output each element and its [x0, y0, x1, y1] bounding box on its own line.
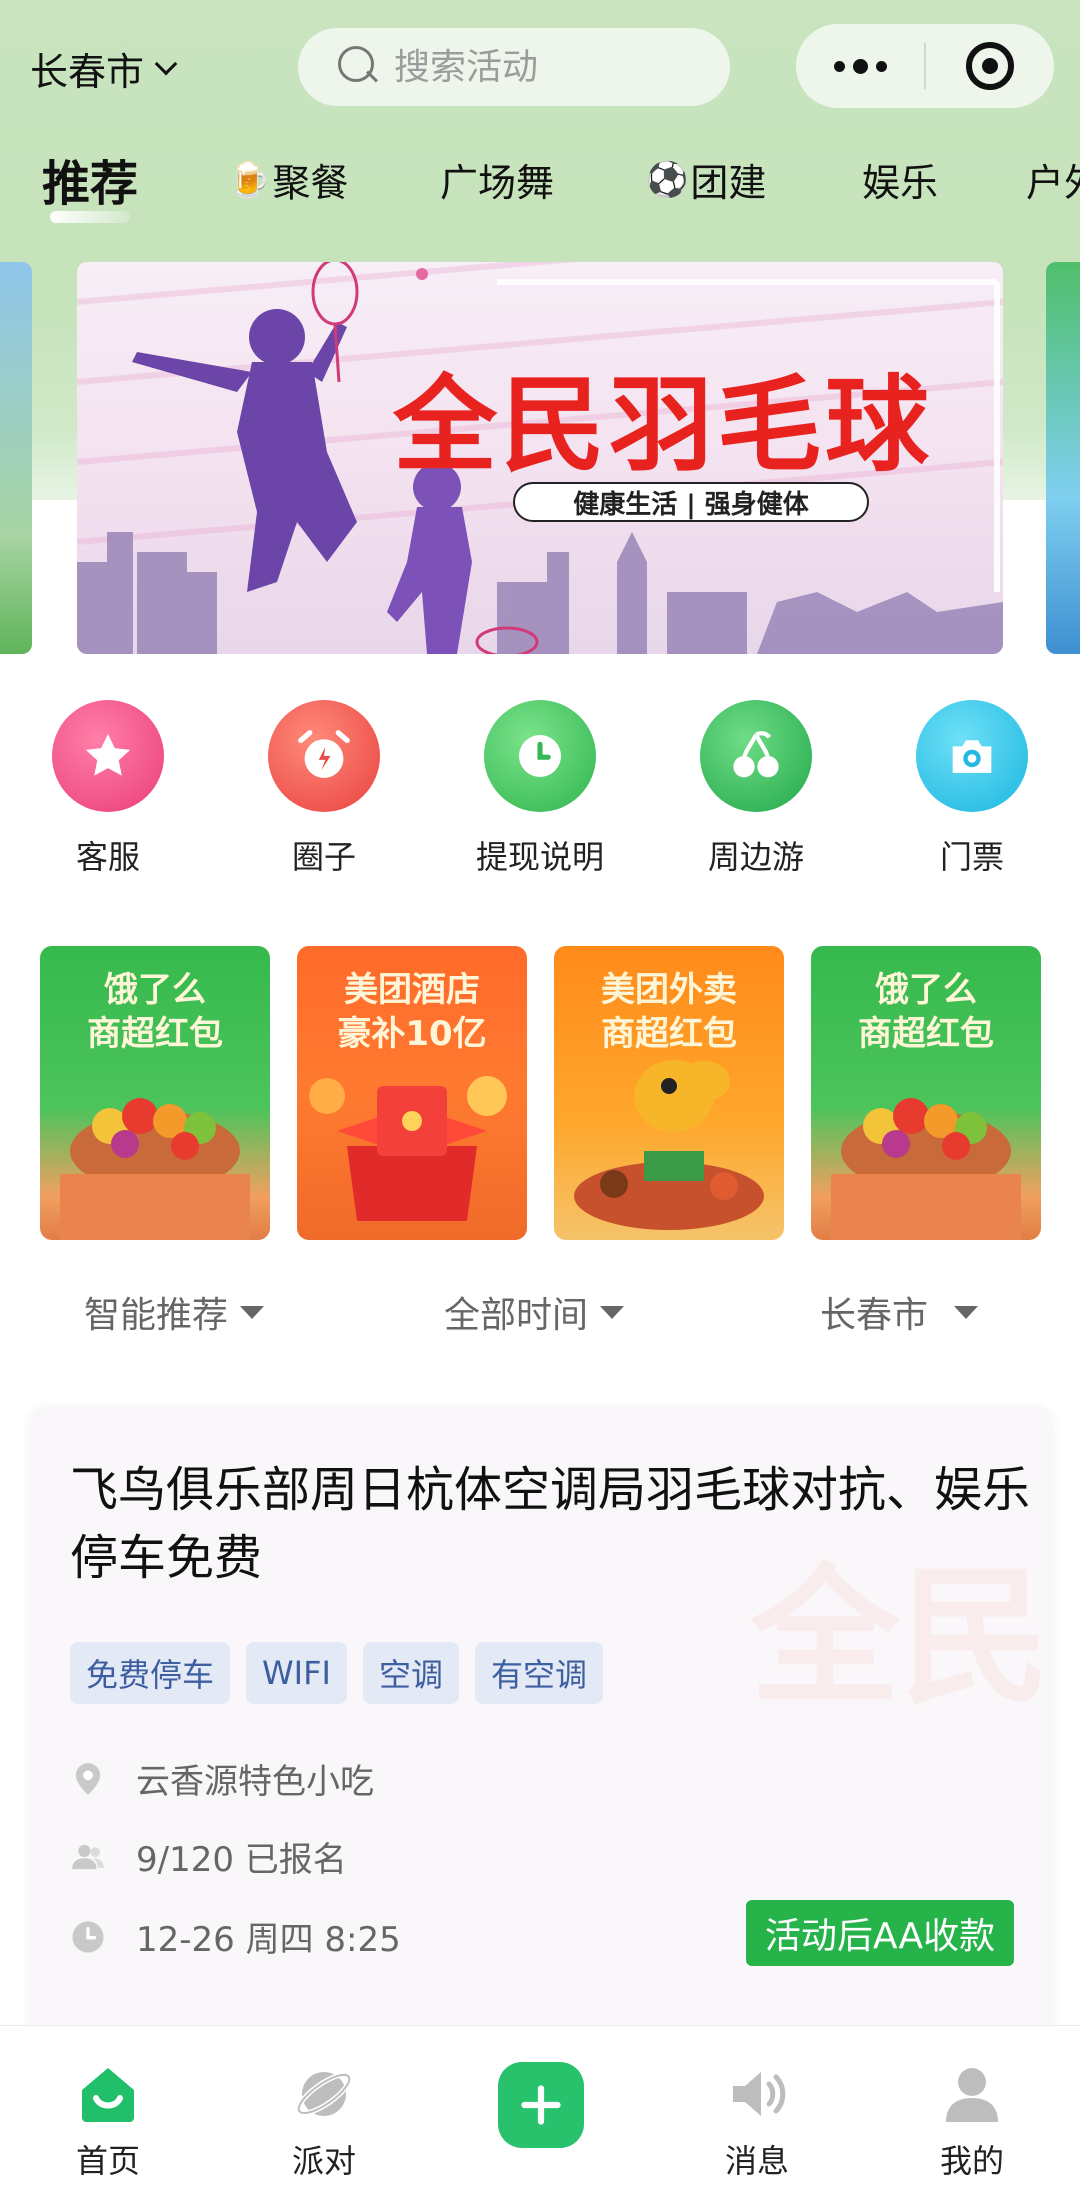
bottom-nav: 首页 派对 消息 我的 [0, 2025, 1080, 2185]
banner-subtitle: 健康生活 | 强身健体 [513, 482, 869, 522]
quick-link-label: 门票 [939, 838, 1004, 876]
tab-entertainment[interactable]: 娱乐 [862, 152, 938, 207]
sort-filter-label: 智能推荐 [84, 1295, 229, 1336]
soccer-ball-icon: ⚽ [646, 159, 689, 200]
location-pin-icon [70, 1761, 106, 1797]
search-icon [338, 46, 380, 88]
star-icon [52, 700, 164, 812]
kangaroo-mascot-icon [574, 1060, 764, 1230]
close-mini-program-button[interactable] [926, 24, 1054, 108]
tab-team-building[interactable]: ⚽ 团建 [646, 152, 766, 207]
camera-icon [916, 700, 1028, 812]
activity-tags: 免费停车 WIFI 空调 有空调 [70, 1642, 603, 1704]
more-menu-button[interactable] [796, 24, 924, 108]
tag-has-air-conditioning: 有空调 [474, 1642, 603, 1704]
time-filter-label: 全部时间 [444, 1295, 589, 1336]
fruit-basket-icon [831, 1098, 1021, 1240]
sort-filter[interactable]: 智能推荐 [84, 1286, 265, 1338]
home-icon [82, 2068, 134, 2122]
nav-home[interactable]: 首页 [38, 2026, 178, 2185]
cherry-icon [700, 700, 812, 812]
banner[interactable]: 全民羽毛球 健康生活 | 强身健体 [77, 262, 1003, 654]
caret-down-icon [240, 1305, 265, 1319]
tab-label: 推荐 [42, 156, 139, 212]
quick-link-nearby-tour[interactable]: 周边游 [676, 700, 836, 878]
search-bar[interactable] [298, 28, 730, 106]
search-input[interactable] [394, 46, 714, 88]
promo-card-eleme-2[interactable]: 饿了么 商超红包 [811, 946, 1041, 1240]
tab-outdoor[interactable]: 户外 [1026, 152, 1080, 207]
activity-location: 云香源特色小吃 [70, 1754, 374, 1803]
time-text: 12-26 周四 8:25 [136, 1920, 401, 1960]
banner-title: 全民羽毛球 [393, 364, 934, 486]
tab-label: 户外 [1026, 161, 1080, 205]
city-selector[interactable]: 长春市 [30, 40, 178, 96]
nav-mine[interactable]: 我的 [902, 2026, 1042, 2185]
location-text: 云香源特色小吃 [136, 1762, 374, 1802]
promo-card-meituan-takeaway[interactable]: 美团外卖 商超红包 [554, 946, 784, 1240]
plus-icon [521, 2085, 561, 2125]
tab-label: 广场舞 [440, 161, 555, 205]
nav-mine-label: 我的 [939, 2142, 1004, 2180]
tab-square-dance[interactable]: 广场舞 [440, 152, 554, 207]
activity-time: 12-26 周四 8:25 [70, 1912, 401, 1961]
quick-link-label: 提现说明 [475, 838, 604, 876]
tab-label: 娱乐 [862, 161, 939, 205]
clock-icon [484, 700, 596, 812]
quick-link-tickets[interactable]: 门票 [892, 700, 1052, 878]
add-activity-button[interactable] [498, 2062, 584, 2148]
tag-air-conditioning: 空调 [362, 1642, 459, 1704]
chevron-down-icon [154, 52, 178, 76]
banner-next-peek[interactable] [1046, 262, 1080, 654]
beer-icon: 🍺 [228, 159, 271, 200]
red-envelope-box-icon [309, 1076, 507, 1221]
quick-link-label: 客服 [75, 838, 140, 876]
nav-messages[interactable]: 消息 [687, 2026, 827, 2185]
tab-recommend[interactable]: 推荐 [42, 144, 138, 214]
speaker-icon [733, 2072, 786, 2116]
users-icon [70, 1839, 106, 1875]
target-icon [966, 42, 1014, 90]
activity-title: 飞鸟俱乐部周日杭体空调局羽毛球对抗、娱乐停车免费 [70, 1462, 1031, 1586]
caret-down-icon [954, 1305, 979, 1319]
nav-messages-label: 消息 [724, 2142, 789, 2180]
caret-down-icon [600, 1305, 625, 1319]
quick-link-label: 周边游 [707, 838, 804, 876]
nav-party-label: 派对 [291, 2142, 356, 2180]
tab-label: 团建 [690, 161, 767, 205]
user-icon [946, 2068, 998, 2122]
city-label: 长春市 [30, 49, 145, 94]
tab-label: 聚餐 [272, 161, 349, 205]
payment-badge[interactable]: 活动后AA收款 [746, 1900, 1014, 1966]
promo-card-meituan-hotel[interactable]: 美团酒店 豪补10亿 [297, 946, 527, 1240]
quick-link-customer-service[interactable]: 客服 [28, 700, 188, 878]
tag-wifi: WIFI [246, 1642, 347, 1704]
alarm-clock-icon [268, 700, 380, 812]
nav-party[interactable]: 派对 [254, 2026, 394, 2185]
planet-icon [296, 2072, 352, 2116]
city-filter[interactable]: 长春市 [820, 1286, 979, 1338]
quick-link-label: 圈子 [291, 838, 356, 876]
category-tabs: 推荐 🍺 聚餐 广场舞 ⚽ 团建 娱乐 户外 [0, 140, 1080, 230]
time-filter[interactable]: 全部时间 [444, 1286, 625, 1338]
tag-free-parking: 免费停车 [70, 1642, 231, 1704]
city-filter-label: 长春市 [820, 1295, 929, 1336]
activity-signup: 9/120 已报名 [70, 1832, 347, 1881]
active-tab-indicator [50, 211, 130, 223]
quick-link-withdraw-guide[interactable]: 提现说明 [460, 700, 620, 878]
clock-icon [70, 1919, 106, 1955]
banner-prev-peek[interactable] [0, 262, 32, 654]
nav-home-label: 首页 [75, 2142, 140, 2180]
tab-dining[interactable]: 🍺 聚餐 [228, 152, 348, 207]
quick-link-circle[interactable]: 圈子 [244, 700, 404, 878]
activity-card[interactable]: 全民 飞鸟俱乐部周日杭体空调局羽毛球对抗、娱乐停车免费 免费停车 WIFI 空调… [30, 1406, 1052, 2046]
signup-text: 9/120 已报名 [136, 1840, 347, 1880]
fruit-basket-icon [60, 1098, 250, 1240]
promo-card-eleme[interactable]: 饿了么 商超红包 [40, 946, 270, 1240]
mini-program-capsule [796, 24, 1054, 108]
